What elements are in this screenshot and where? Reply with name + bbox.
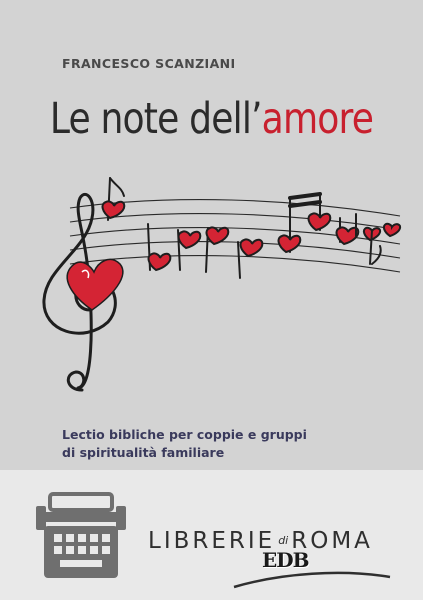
- treble-clef-icon: [42, 192, 124, 392]
- store-name: LIBRERIE di ROMA: [148, 528, 373, 554]
- notes-group: [101, 177, 402, 279]
- book-subtitle: Lectio bibliche per coppie e gruppi di s…: [62, 426, 402, 462]
- subtitle-line-1: Lectio bibliche per coppie e gruppi: [62, 427, 307, 442]
- title-accent: amore: [261, 94, 374, 144]
- title-main: Le note dell’: [49, 94, 263, 144]
- book-cover: FRANCESCO SCANZIANI Le note dell’amore L…: [0, 0, 423, 470]
- swoosh-decoration: [233, 571, 391, 589]
- store-name-part-1: LIBRERIE: [148, 528, 276, 554]
- music-staff-illustration: [42, 177, 402, 392]
- book-title: Le note dell’amore: [34, 92, 389, 146]
- store-name-connector: di: [278, 534, 289, 547]
- publisher-logo: EDB: [262, 548, 309, 572]
- subtitle-line-2: di spiritualità familiare: [62, 445, 225, 460]
- author-name: FRANCESCO SCANZIANI: [62, 56, 236, 71]
- typewriter-icon: [36, 492, 126, 578]
